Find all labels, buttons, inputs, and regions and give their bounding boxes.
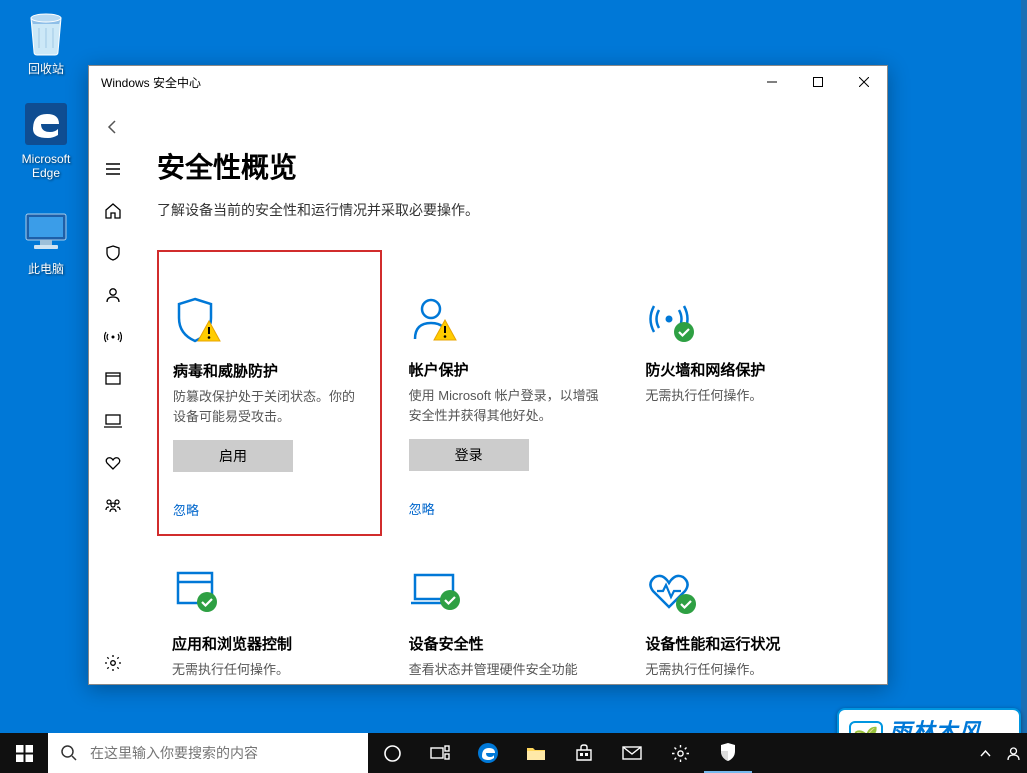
this-pc-icon bbox=[22, 208, 70, 256]
security-center-window: Windows 安全中心 安全性概览 了解设备当前的安全性和运行情况并采取必要操… bbox=[88, 65, 888, 685]
maximize-button[interactable] bbox=[795, 66, 841, 98]
minimize-button[interactable] bbox=[749, 66, 795, 98]
firewall-ok-icon bbox=[645, 295, 840, 343]
card-title: 帐户保护 bbox=[409, 359, 604, 380]
search-input[interactable] bbox=[90, 745, 356, 761]
start-button[interactable] bbox=[0, 733, 48, 773]
shield-warning-icon bbox=[173, 296, 366, 344]
device-security-ok-icon bbox=[409, 569, 604, 617]
window-title: Windows 安全中心 bbox=[101, 74, 749, 91]
tray-overflow[interactable] bbox=[973, 733, 997, 773]
card-firewall[interactable]: 防火墙和网络保护 无需执行任何操作。 bbox=[630, 250, 855, 536]
screen-right-border bbox=[1021, 0, 1027, 773]
page-heading: 安全性概览 bbox=[157, 146, 855, 186]
taskbar-edge[interactable] bbox=[464, 733, 512, 773]
taskbar-cortana[interactable] bbox=[368, 733, 416, 773]
tray-people[interactable] bbox=[1001, 733, 1025, 773]
recycle-bin-icon bbox=[22, 8, 70, 56]
taskbar-task-view[interactable] bbox=[416, 733, 464, 773]
desktop-icon-label: 此电脑 bbox=[8, 260, 84, 277]
sidebar-firewall[interactable] bbox=[89, 316, 137, 358]
card-device-health[interactable]: 设备性能和运行状况 无需执行任何操作。 bbox=[630, 548, 855, 684]
sidebar-device-security[interactable] bbox=[89, 400, 137, 442]
taskbar bbox=[0, 733, 1027, 773]
desktop-icon-edge[interactable]: Microsoft Edge bbox=[8, 100, 84, 180]
desktop-icon-recycle-bin[interactable]: 回收站 bbox=[8, 8, 84, 77]
sidebar-account[interactable] bbox=[89, 274, 137, 316]
search-icon bbox=[60, 744, 78, 762]
health-ok-icon bbox=[645, 569, 840, 617]
card-title: 应用和浏览器控制 bbox=[172, 633, 367, 654]
card-virus-protection[interactable]: 病毒和威胁防护 防篡改保护处于关闭状态。你的设备可能易受攻击。 启用 忽略 bbox=[157, 250, 382, 536]
main-content: 安全性概览 了解设备当前的安全性和运行情况并采取必要操作。 病毒和威胁防护 防篡… bbox=[137, 98, 887, 684]
edge-icon bbox=[22, 100, 70, 148]
card-app-browser[interactable]: 应用和浏览器控制 无需执行任何操作。 bbox=[157, 548, 382, 684]
enable-button[interactable]: 启用 bbox=[173, 440, 293, 472]
sidebar-family[interactable] bbox=[89, 484, 137, 526]
desktop-icon-this-pc[interactable]: 此电脑 bbox=[8, 208, 84, 277]
account-warning-icon bbox=[409, 295, 604, 343]
sidebar-settings[interactable] bbox=[89, 642, 137, 684]
page-subheading: 了解设备当前的安全性和运行情况并采取必要操作。 bbox=[157, 200, 855, 220]
card-title: 设备安全性 bbox=[409, 633, 604, 654]
window-titlebar[interactable]: Windows 安全中心 bbox=[89, 66, 887, 98]
sidebar-home[interactable] bbox=[89, 190, 137, 232]
sidebar-virus[interactable] bbox=[89, 232, 137, 274]
card-description: 无需执行任何操作。 bbox=[645, 386, 840, 406]
card-title: 设备性能和运行状况 bbox=[645, 633, 840, 654]
dismiss-link[interactable]: 忽略 bbox=[409, 499, 435, 518]
card-description: 无需执行任何操作。 bbox=[645, 660, 840, 680]
card-description: 使用 Microsoft 帐户登录，以增强安全性并获得其他好处。 bbox=[409, 386, 604, 425]
signin-button[interactable]: 登录 bbox=[409, 439, 529, 471]
hamburger-menu-button[interactable] bbox=[89, 148, 137, 190]
card-description: 查看状态并管理硬件安全功能 bbox=[409, 660, 604, 680]
sidebar bbox=[89, 98, 137, 684]
cards-grid: 病毒和威胁防护 防篡改保护处于关闭状态。你的设备可能易受攻击。 启用 忽略 帐户… bbox=[157, 250, 855, 684]
close-button[interactable] bbox=[841, 66, 887, 98]
window-controls bbox=[749, 66, 887, 98]
taskbar-mail[interactable] bbox=[608, 733, 656, 773]
card-title: 病毒和威胁防护 bbox=[173, 360, 366, 381]
taskbar-store[interactable] bbox=[560, 733, 608, 773]
back-button[interactable] bbox=[89, 106, 137, 148]
taskbar-settings[interactable] bbox=[656, 733, 704, 773]
card-account-protection[interactable]: 帐户保护 使用 Microsoft 帐户登录，以增强安全性并获得其他好处。 登录… bbox=[394, 250, 619, 536]
taskbar-search[interactable] bbox=[48, 733, 368, 773]
system-tray bbox=[973, 733, 1027, 773]
dismiss-link[interactable]: 忽略 bbox=[173, 500, 199, 519]
app-browser-ok-icon bbox=[172, 569, 367, 617]
sidebar-device-health[interactable] bbox=[89, 442, 137, 484]
card-description: 防篡改保护处于关闭状态。你的设备可能易受攻击。 bbox=[173, 387, 366, 426]
taskbar-explorer[interactable] bbox=[512, 733, 560, 773]
card-description: 无需执行任何操作。 bbox=[172, 660, 367, 680]
sidebar-app-browser[interactable] bbox=[89, 358, 137, 400]
card-title: 防火墙和网络保护 bbox=[645, 359, 840, 380]
desktop-icon-label: Microsoft Edge bbox=[8, 152, 84, 180]
desktop-icon-label: 回收站 bbox=[8, 60, 84, 77]
card-device-security[interactable]: 设备安全性 查看状态并管理硬件安全功能 bbox=[394, 548, 619, 684]
taskbar-security-center[interactable] bbox=[704, 733, 752, 773]
